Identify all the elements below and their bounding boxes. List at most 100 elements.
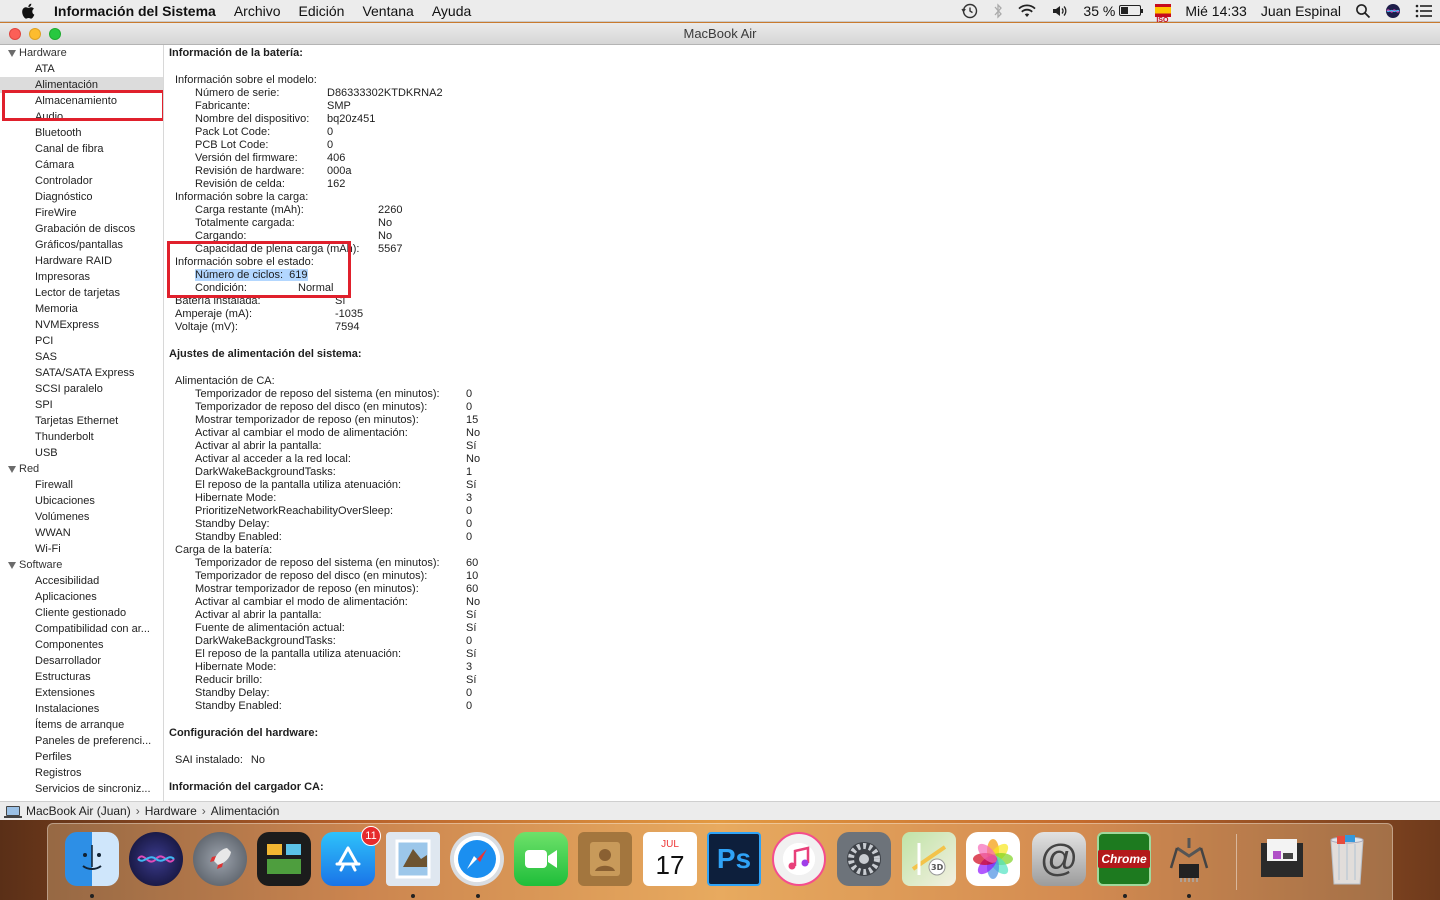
- sidebar-item[interactable]: Thunderbolt: [0, 429, 163, 445]
- sidebar-item[interactable]: Ítems de arranque: [0, 717, 163, 733]
- disclosure-triangle-icon[interactable]: [8, 49, 16, 57]
- photos-icon[interactable]: [966, 832, 1020, 886]
- chrome-app-icon[interactable]: Chrome: [1097, 832, 1151, 886]
- wifi-icon[interactable]: [1017, 3, 1037, 19]
- info-key: DarkWakeBackgroundTasks:: [195, 635, 336, 647]
- sidebar-item[interactable]: Paneles de preferenci...: [0, 733, 163, 749]
- close-button[interactable]: [9, 28, 21, 40]
- system-preferences-icon[interactable]: [837, 832, 891, 886]
- sidebar-item[interactable]: USB: [0, 445, 163, 461]
- bluetooth-icon[interactable]: [993, 2, 1003, 19]
- menubar-clock[interactable]: Mié 14:33: [1185, 3, 1246, 19]
- contacts-icon[interactable]: [578, 832, 632, 886]
- sidebar-item[interactable]: Ubicaciones: [0, 493, 163, 509]
- sidebar-item[interactable]: SPI: [0, 397, 163, 413]
- power-section-title: Ajustes de alimentación del sistema:: [169, 348, 362, 360]
- maps-icon[interactable]: 3D: [902, 832, 956, 886]
- sidebar-item[interactable]: FireWire: [0, 205, 163, 221]
- app-store-icon[interactable]: 11: [321, 826, 381, 886]
- sidebar-item[interactable]: Hardware RAID: [0, 253, 163, 269]
- info-row: Revisión de hardware: 000a: [169, 165, 1440, 178]
- disclosure-triangle-icon[interactable]: [8, 465, 16, 473]
- system-information-icon[interactable]: [1162, 832, 1216, 886]
- menu-ayuda[interactable]: Ayuda: [423, 0, 480, 22]
- sidebar-item[interactable]: Registros: [0, 765, 163, 781]
- sidebar-item[interactable]: Memoria: [0, 301, 163, 317]
- mail-at-icon[interactable]: @: [1032, 832, 1086, 886]
- sidebar-item[interactable]: Cliente gestionado: [0, 605, 163, 621]
- sidebar-section-2[interactable]: Software: [0, 557, 163, 573]
- sidebar-item[interactable]: SATA/SATA Express: [0, 365, 163, 381]
- mission-control-icon[interactable]: [257, 832, 311, 886]
- sidebar-item[interactable]: Tarjetas Ethernet: [0, 413, 163, 429]
- time-machine-icon[interactable]: [961, 3, 979, 19]
- photoshop-icon[interactable]: Ps: [707, 832, 761, 886]
- sidebar-item[interactable]: Diagnóstico: [0, 189, 163, 205]
- menu-ventana[interactable]: Ventana: [353, 0, 422, 22]
- sidebar-item[interactable]: Canal de fibra: [0, 141, 163, 157]
- sidebar-item[interactable]: Estructuras: [0, 669, 163, 685]
- sidebar-item[interactable]: Almacenamiento: [0, 93, 163, 109]
- sidebar-item[interactable]: Accesibilidad: [0, 573, 163, 589]
- menu-archivo[interactable]: Archivo: [225, 0, 290, 22]
- sidebar-item[interactable]: Instalaciones: [0, 701, 163, 717]
- sidebar-item[interactable]: NVMExpress: [0, 317, 163, 333]
- volume-icon[interactable]: [1051, 3, 1069, 19]
- apple-menu-icon[interactable]: [18, 0, 38, 22]
- menu-edicion[interactable]: Edición: [290, 0, 354, 22]
- sidebar-item[interactable]: Compatibilidad con ar...: [0, 621, 163, 637]
- sidebar-item[interactable]: Cámara: [0, 157, 163, 173]
- sidebar-item[interactable]: SCSI paralelo: [0, 381, 163, 397]
- sidebar-section-0[interactable]: Hardware: [0, 45, 163, 61]
- sidebar-item[interactable]: Gráficos/pantallas: [0, 237, 163, 253]
- calendar-icon[interactable]: JUL 17: [643, 832, 697, 886]
- sidebar-item[interactable]: Lector de tarjetas: [0, 285, 163, 301]
- siri-icon[interactable]: [1385, 3, 1401, 19]
- info-row: Versión del firmware: 406: [169, 152, 1440, 165]
- sidebar-item[interactable]: SAS: [0, 349, 163, 365]
- battery-status[interactable]: 35 %: [1083, 3, 1144, 19]
- menu-app-name[interactable]: Información del Sistema: [50, 0, 225, 22]
- downloads-stack-icon[interactable]: [1255, 832, 1309, 886]
- sidebar-item[interactable]: Volúmenes: [0, 509, 163, 525]
- sidebar-item[interactable]: Aplicaciones: [0, 589, 163, 605]
- spotlight-search-icon[interactable]: [1355, 3, 1371, 19]
- sidebar-item[interactable]: Impresoras: [0, 269, 163, 285]
- minimize-button[interactable]: [29, 28, 41, 40]
- sidebar-item[interactable]: Grabación de discos: [0, 221, 163, 237]
- sidebar-item[interactable]: WWAN: [0, 525, 163, 541]
- safari-icon[interactable]: [450, 832, 504, 886]
- path-crumb-hardware[interactable]: Hardware: [145, 804, 197, 818]
- sidebar-item[interactable]: Audio: [0, 109, 163, 125]
- sidebar-item[interactable]: Bluetooth: [0, 125, 163, 141]
- notification-center-icon[interactable]: [1415, 4, 1433, 18]
- sidebar-item[interactable]: Extensiones: [0, 685, 163, 701]
- sidebar-item[interactable]: Desarrollador: [0, 653, 163, 669]
- siri-dock-icon[interactable]: [129, 832, 183, 886]
- path-crumb-power[interactable]: Alimentación: [211, 804, 280, 818]
- sidebar-item[interactable]: Firewall: [0, 477, 163, 493]
- window-titlebar[interactable]: MacBook Air: [0, 23, 1440, 45]
- zoom-button[interactable]: [49, 28, 61, 40]
- sidebar-section-1[interactable]: Red: [0, 461, 163, 477]
- sidebar-item[interactable]: Servicios de sincroniz...: [0, 781, 163, 797]
- disclosure-triangle-icon[interactable]: [8, 561, 16, 569]
- sidebar-item[interactable]: PCI: [0, 333, 163, 349]
- sidebar-item[interactable]: Wi-Fi: [0, 541, 163, 557]
- itunes-icon[interactable]: [772, 832, 826, 886]
- input-source-flag-icon[interactable]: ISO: [1155, 4, 1172, 24]
- sidebar-item[interactable]: Componentes: [0, 637, 163, 653]
- trash-icon[interactable]: [1320, 832, 1374, 886]
- path-crumb-computer[interactable]: MacBook Air (Juan): [26, 804, 131, 818]
- cycle-count-row[interactable]: Número de ciclos: 619: [169, 269, 1440, 282]
- launchpad-icon[interactable]: [193, 832, 247, 886]
- sidebar-item[interactable]: Perfiles: [0, 749, 163, 765]
- sidebar-item[interactable]: ATA: [0, 61, 163, 77]
- finder-icon[interactable]: [65, 832, 119, 886]
- sidebar-item[interactable]: Controlador: [0, 173, 163, 189]
- sidebar-item[interactable]: Alimentación: [0, 77, 163, 93]
- preview-icon[interactable]: [386, 832, 440, 886]
- facetime-icon[interactable]: [514, 832, 568, 886]
- cycle-count-value: 619: [289, 269, 308, 281]
- menubar-user[interactable]: Juan Espinal: [1261, 3, 1341, 19]
